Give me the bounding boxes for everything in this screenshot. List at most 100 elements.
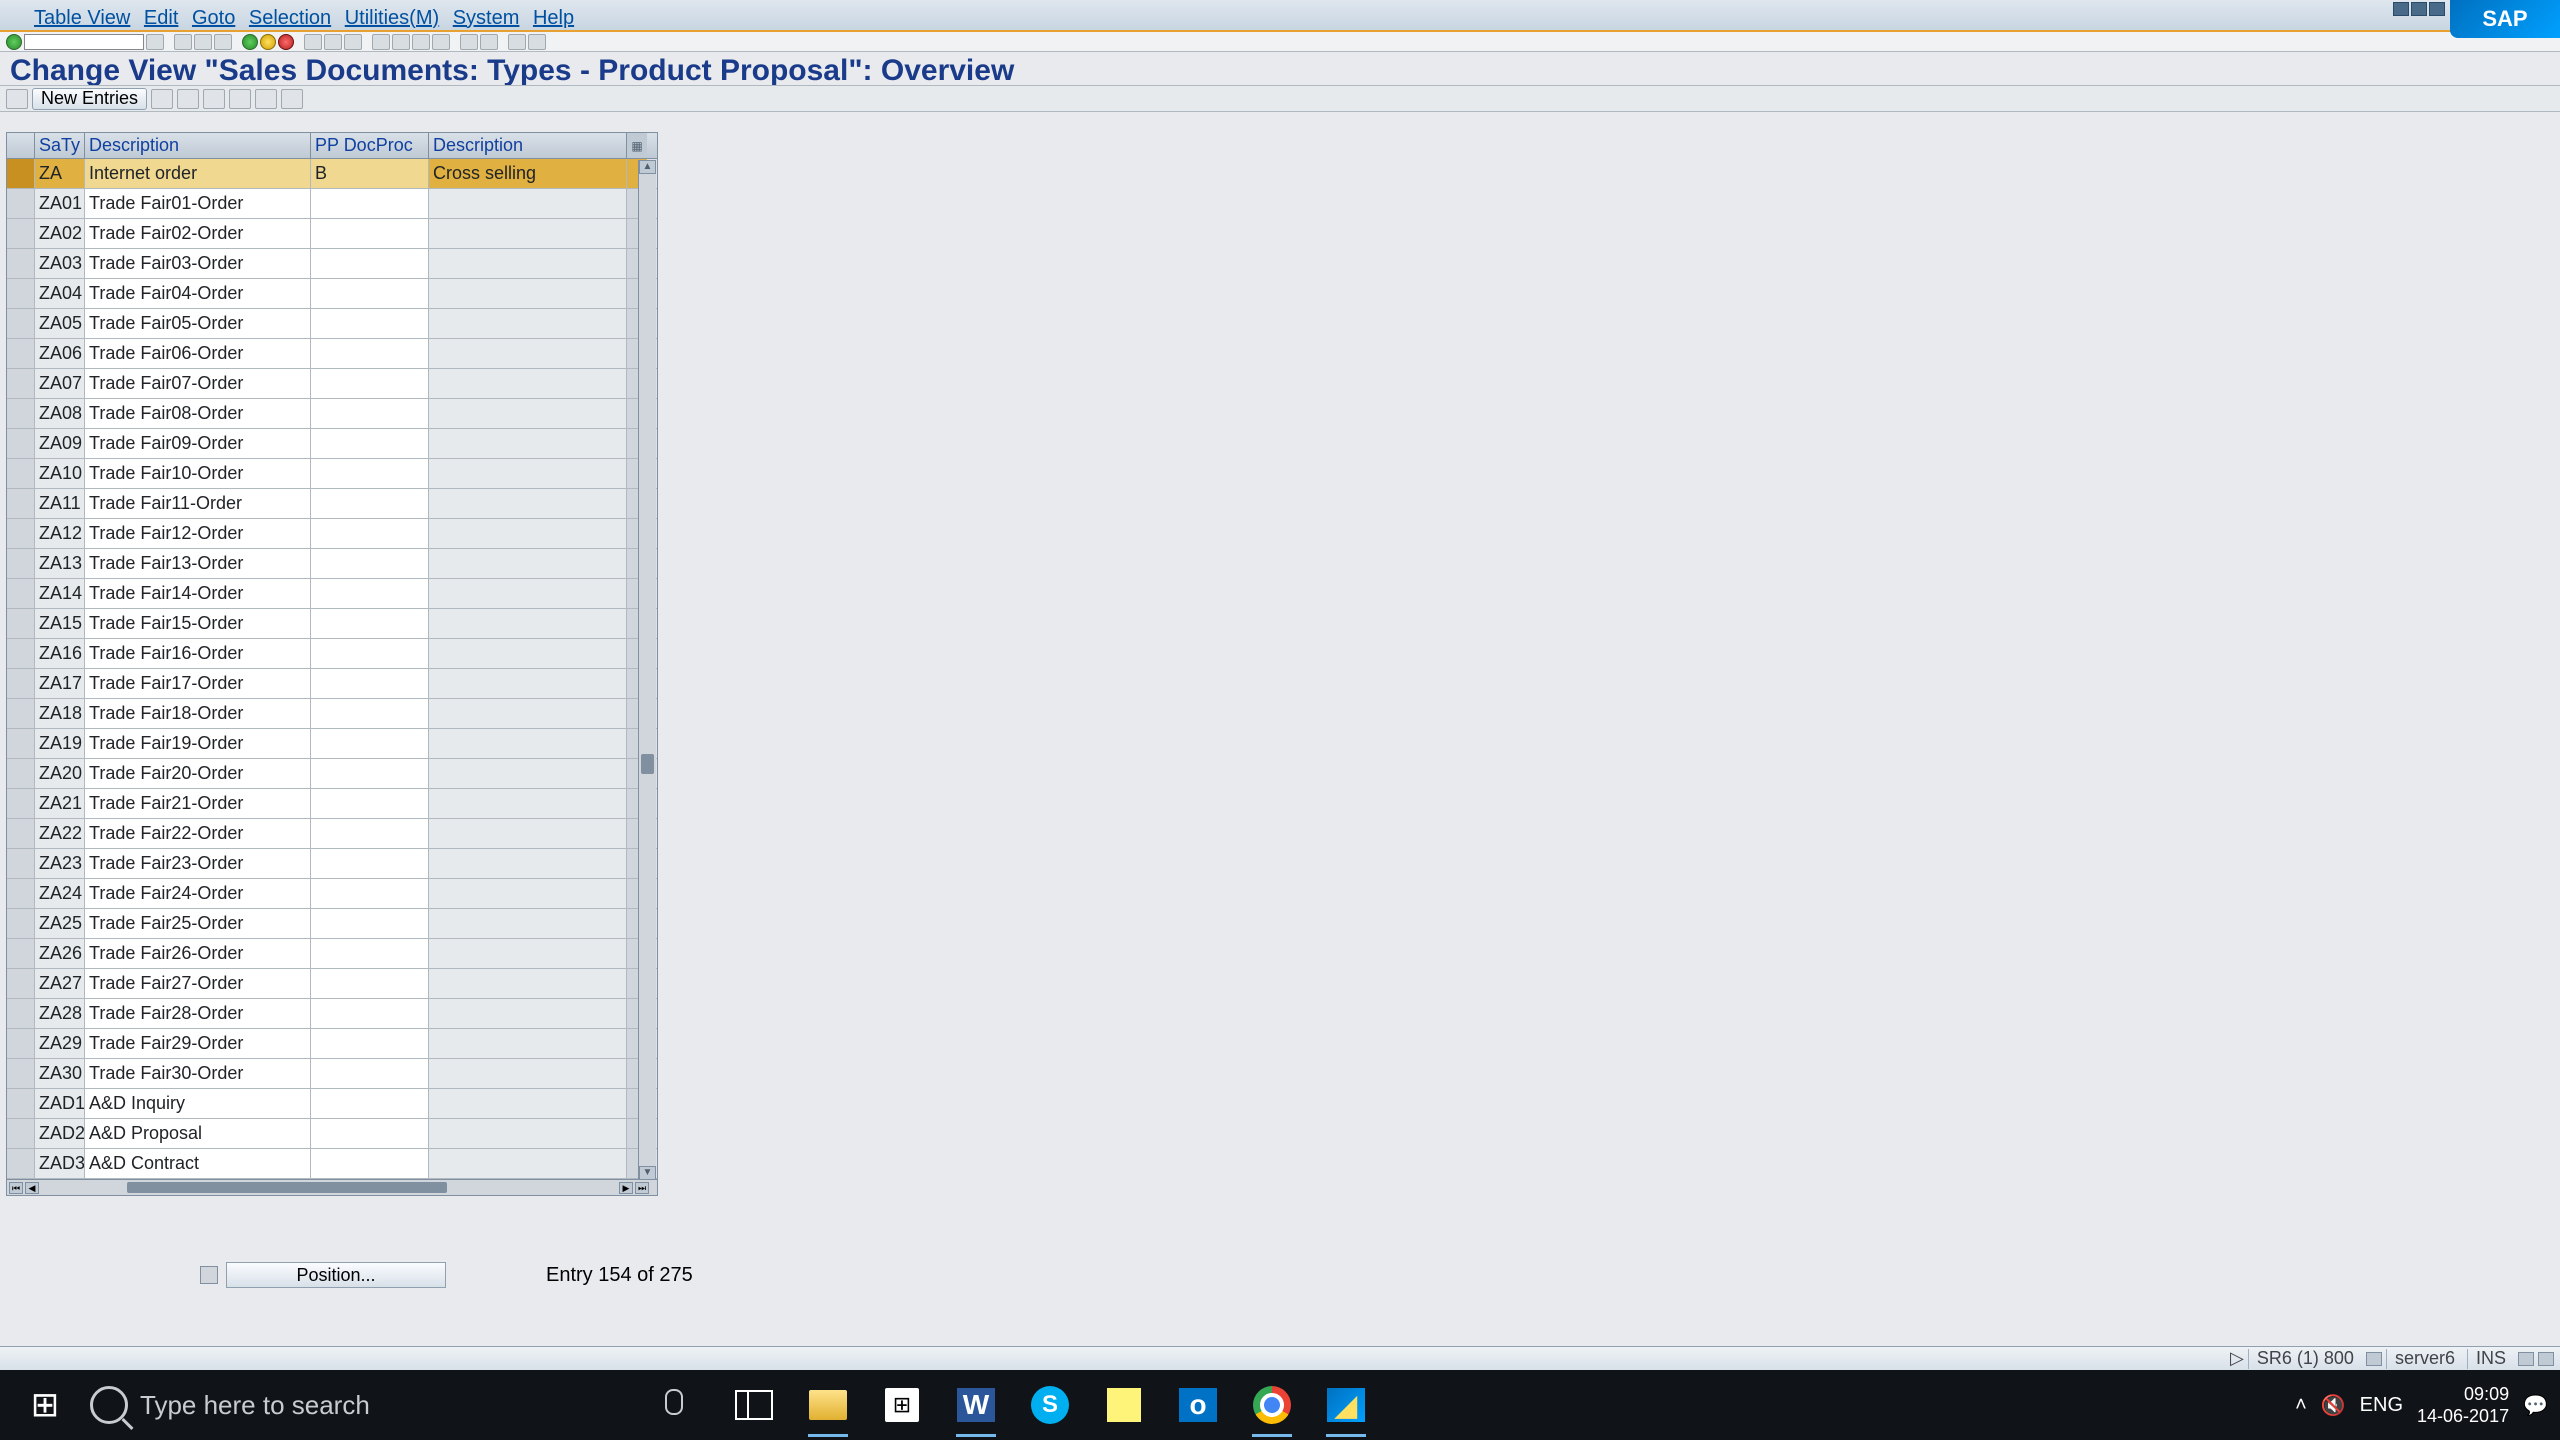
cancel-icon[interactable] [214,34,232,50]
cell-saty[interactable]: ZA20 [35,759,85,788]
cell-description[interactable]: Trade Fair06-Order [85,339,311,368]
cell-description[interactable]: A&D Inquiry [85,1089,311,1118]
cell-pp-docproc[interactable] [311,1029,429,1058]
table-row[interactable]: ZA22Trade Fair22-Order [7,819,657,849]
cell-description-2[interactable] [429,489,627,518]
cell-pp-docproc[interactable] [311,459,429,488]
cell-description-2[interactable] [429,699,627,728]
table-row[interactable]: ZA01Trade Fair01-Order [7,189,657,219]
table-config-icon[interactable] [627,133,647,158]
table-row[interactable]: ZA29Trade Fair29-Order [7,1029,657,1059]
cell-pp-docproc[interactable] [311,999,429,1028]
table-row[interactable]: ZA09Trade Fair09-Order [7,429,657,459]
table-row[interactable]: ZA14Trade Fair14-Order [7,579,657,609]
cell-saty[interactable]: ZA19 [35,729,85,758]
nav-next-icon[interactable] [278,34,294,50]
row-selector[interactable] [7,819,35,848]
cell-description[interactable]: Trade Fair23-Order [85,849,311,878]
row-selector[interactable] [7,1059,35,1088]
cell-saty[interactable]: ZA21 [35,789,85,818]
hscroll-track[interactable] [87,1180,617,1195]
cell-description[interactable]: A&D Contract [85,1149,311,1178]
row-selector[interactable] [7,639,35,668]
row-selector[interactable] [7,1149,35,1178]
row-selector[interactable] [7,429,35,458]
column-description[interactable]: Description [85,133,311,158]
cell-description[interactable]: Internet order [85,159,311,188]
table-row[interactable]: ZA03Trade Fair03-Order [7,249,657,279]
cell-pp-docproc[interactable] [311,369,429,398]
cell-saty[interactable]: ZA10 [35,459,85,488]
cell-pp-docproc[interactable] [311,699,429,728]
cell-pp-docproc[interactable] [311,429,429,458]
cell-description-2[interactable] [429,669,627,698]
cell-saty[interactable]: ZA18 [35,699,85,728]
cell-description-2[interactable] [429,339,627,368]
cell-saty[interactable]: ZA09 [35,429,85,458]
cell-description[interactable]: Trade Fair19-Order [85,729,311,758]
cell-pp-docproc[interactable] [311,189,429,218]
table-row[interactable]: ZA18Trade Fair18-Order [7,699,657,729]
cell-description-2[interactable] [429,1119,627,1148]
cell-pp-docproc[interactable] [311,249,429,278]
cell-description[interactable]: Trade Fair18-Order [85,699,311,728]
row-selector[interactable] [7,489,35,518]
cell-pp-docproc[interactable] [311,789,429,818]
cell-description[interactable]: Trade Fair11-Order [85,489,311,518]
table-row[interactable]: ZA25Trade Fair25-Order [7,909,657,939]
cell-description-2[interactable] [429,309,627,338]
delete-icon[interactable] [177,89,199,109]
undo-icon[interactable] [203,89,225,109]
task-view-icon[interactable] [730,1381,778,1429]
cell-pp-docproc[interactable] [311,549,429,578]
back-icon[interactable] [174,34,192,50]
cell-saty[interactable]: ZAD2 [35,1119,85,1148]
table-row[interactable]: ZA06Trade Fair06-Order [7,339,657,369]
tray-clock[interactable]: 09:09 14-06-2017 [2417,1383,2509,1427]
table-row[interactable]: ZA21Trade Fair21-Order [7,789,657,819]
table-row[interactable]: ZA07Trade Fair07-Order [7,369,657,399]
cell-pp-docproc[interactable] [311,309,429,338]
cell-description[interactable]: Trade Fair25-Order [85,909,311,938]
maximize-icon[interactable] [2411,2,2427,16]
cell-pp-docproc[interactable] [311,879,429,908]
cell-pp-docproc[interactable]: B [311,159,429,188]
cell-pp-docproc[interactable] [311,969,429,998]
minimize-icon[interactable] [2393,2,2409,16]
cell-saty[interactable]: ZAD3 [35,1149,85,1178]
command-field[interactable] [24,34,144,50]
menu-system[interactable]: System [453,7,520,30]
cell-saty[interactable]: ZA29 [35,1029,85,1058]
cell-description-2[interactable] [429,789,627,818]
table-row[interactable]: ZA26Trade Fair26-Order [7,939,657,969]
copy-as-icon[interactable] [151,89,173,109]
column-saty[interactable]: SaTy [35,133,85,158]
menu-goto[interactable]: Goto [192,7,235,30]
exit-icon[interactable] [194,34,212,50]
cell-description-2[interactable] [429,1089,627,1118]
cell-description[interactable]: Trade Fair09-Order [85,429,311,458]
save-icon[interactable] [146,34,164,50]
row-selector[interactable] [7,1029,35,1058]
cell-saty[interactable]: ZA13 [35,549,85,578]
cell-pp-docproc[interactable] [311,609,429,638]
cell-description[interactable]: Trade Fair08-Order [85,399,311,428]
taskbar-outlook[interactable]: o [1174,1381,1222,1429]
layout-icon[interactable] [528,34,546,50]
cell-description[interactable]: Trade Fair28-Order [85,999,311,1028]
cell-description-2[interactable] [429,819,627,848]
cell-description[interactable]: Trade Fair02-Order [85,219,311,248]
cell-saty[interactable]: ZA27 [35,969,85,998]
taskbar-skype[interactable]: S [1026,1381,1074,1429]
cell-pp-docproc[interactable] [311,279,429,308]
cell-saty[interactable]: ZA26 [35,939,85,968]
row-selector[interactable] [7,1089,35,1118]
hscroll-last-icon[interactable]: ⏭ [635,1182,649,1194]
taskbar-store[interactable] [878,1381,926,1429]
row-selector[interactable] [7,519,35,548]
menu-utilities[interactable]: Utilities(M) [345,7,439,30]
cell-pp-docproc[interactable] [311,489,429,518]
cell-description-2[interactable] [429,459,627,488]
print-icon[interactable] [304,34,322,50]
cell-saty[interactable]: ZA17 [35,669,85,698]
